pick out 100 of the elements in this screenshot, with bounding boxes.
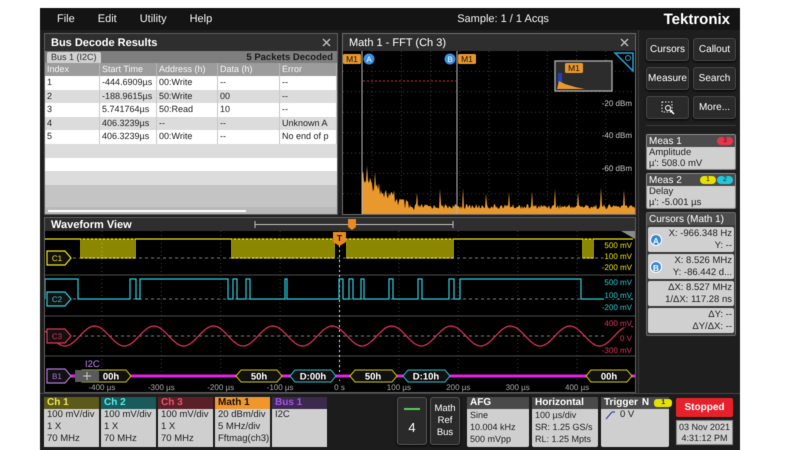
table-cell: -- — [218, 130, 280, 144]
table-cell: -- — [280, 103, 337, 117]
badge-header: Math 1 — [215, 397, 270, 409]
table-cell: 00:Write — [157, 76, 218, 90]
zoom-overview-bar[interactable] — [254, 220, 454, 228]
measurement-value: µ': 508.0 mV — [648, 158, 704, 169]
table-cell: 50:Write — [157, 90, 218, 104]
panel-button[interactable]: Measure — [646, 67, 689, 90]
badge-text: 70 MHz — [46, 433, 81, 445]
channel-badge[interactable]: Math 1 20 dBm/div 5 MHz/div Fftmag(ch3) — [215, 397, 270, 447]
menu-item[interactable]: Edit — [98, 13, 117, 25]
trace-tag: M1 — [458, 54, 476, 64]
table-cell: 00:Write — [157, 130, 218, 144]
time-label: 200 µs — [446, 383, 470, 392]
badge-header: AFG — [467, 397, 529, 409]
zoom-button[interactable] — [646, 96, 689, 119]
close-icon[interactable] — [322, 38, 331, 47]
panel-button[interactable]: Callout — [693, 38, 736, 61]
badge-text: 20 dBm/div — [217, 409, 267, 421]
cursor-marker[interactable]: A — [650, 234, 662, 246]
menu-item[interactable]: File — [57, 13, 75, 25]
trigger-marker[interactable]: T — [333, 232, 346, 246]
run-stop-button[interactable]: Stopped — [676, 398, 733, 417]
settings-badge[interactable]: Horizontal 100 µs/div SR: 1.25 GS/s RL: 1.25 Mpts — [532, 397, 598, 447]
table-cell: Unknown A — [280, 116, 337, 130]
trace-tag: M1 — [343, 54, 361, 64]
measurement-name: Delay — [648, 186, 674, 197]
panel-tab[interactable]: Bus 1 (I2C) — [47, 52, 101, 63]
zoom-icon — [660, 100, 674, 114]
time-label: -300 µs — [148, 383, 175, 392]
table-cell: 3 — [45, 103, 100, 117]
badge-text: 1 X — [160, 421, 176, 433]
panel-button[interactable]: More... — [693, 96, 736, 119]
channel-button[interactable]: 4 — [397, 397, 427, 445]
channel-badge[interactable]: Bus 1 I2C — [272, 397, 327, 447]
readout-text: Y: -86.442 d... — [672, 266, 732, 278]
card-title: Meas 1 — [649, 136, 683, 146]
channel-badge[interactable]: Ch 3 100 mV/div 1 X 70 MHz — [158, 397, 213, 447]
time-text: 4:31:12 PM — [681, 432, 728, 443]
channel-marker[interactable]: C1 — [46, 250, 72, 266]
table-cell: 1 — [45, 76, 100, 90]
table-cell: 00 — [218, 90, 280, 104]
table-cell: 406.3239µs — [100, 116, 157, 130]
time-label: -100 µs — [266, 383, 294, 392]
zoom-icon[interactable] — [613, 52, 634, 73]
badge-text: 5 MHz/div — [217, 421, 262, 433]
scale-label: 100 mV — [604, 291, 632, 300]
badge-text: 100 µs/div — [534, 409, 578, 421]
time-label: -400 µs — [88, 383, 116, 392]
badge-header: Ch 3 — [158, 397, 213, 409]
table-cell: 4 — [45, 116, 100, 130]
time-label: -200 µs — [207, 383, 234, 392]
bus-packet: D:10h — [402, 370, 451, 382]
channel-marker[interactable]: C2 — [46, 291, 72, 307]
channel-badge[interactable]: Ch 2 100 mV/div 1 X 70 MHz — [101, 397, 156, 447]
menu-item[interactable]: Help — [190, 13, 212, 25]
table-cell: -- — [280, 90, 337, 104]
card-title: Meas 2 — [649, 174, 683, 186]
horizontal-scrollbar[interactable] — [45, 207, 337, 214]
bus-packet: 50h — [349, 370, 398, 382]
table-cell: 5.741764µs — [100, 103, 157, 117]
brand-logo: Tektronix — [664, 10, 730, 28]
table-cell: -188.9615µs — [100, 90, 157, 104]
add-waveform-button[interactable]: Math Ref Bus — [430, 397, 460, 445]
panel-button[interactable]: Cursors — [646, 38, 689, 61]
panel-title: Math 1 - FFT (Ch 3) — [349, 36, 447, 48]
time-label: 400 µs — [565, 383, 590, 392]
drag-handle[interactable] — [75, 370, 99, 382]
panel-title: Waveform View — [51, 218, 132, 230]
date-text: 03 Nov 2021 — [678, 422, 730, 432]
scale-label: 0 V — [620, 334, 632, 343]
badge-text: RL: 1.25 Mpts — [534, 433, 592, 445]
badge-text: 10.004 kHz — [469, 421, 517, 433]
trigger-level: 0 V — [620, 409, 634, 421]
measurement-value: µ': -5.001 µs — [648, 197, 702, 208]
channel-marker[interactable]: C3 — [46, 328, 72, 344]
table-cell: 10 — [218, 103, 280, 117]
badge-text: 70 MHz — [103, 433, 138, 445]
table-cell: -- — [280, 76, 337, 90]
bus-marker[interactable]: B1 — [46, 368, 72, 384]
scale-label: 500 mV — [604, 278, 632, 287]
overview-window[interactable] — [554, 60, 613, 92]
table-cell: 50:Read — [157, 103, 218, 117]
cursor-card[interactable]: Cursors (Math 1) A X: -966.348 Hz Y: -- B X: 8.526 MHz Y: -86.442 d... ΔX: 8.527 MHz 1/ΔX: 117.28 ns ΔY: -- ΔY/ΔX: -- — [646, 212, 736, 336]
channel-badge[interactable]: Ch 1 100 mV/div 1 X 70 MHz — [44, 397, 99, 447]
badge-text: 100 mV/div — [103, 409, 153, 421]
menu-item[interactable]: Utility — [140, 13, 167, 25]
cursor-marker[interactable]: B — [650, 260, 662, 272]
badge-header: Horizontal — [532, 397, 598, 409]
panel-button[interactable]: Search — [693, 67, 736, 90]
badge-text: I2C — [274, 409, 291, 421]
badge-title: Trigger — [604, 397, 638, 409]
settings-badge[interactable]: AFG Sine 10.004 kHz 500 mVpp — [467, 397, 529, 447]
close-icon[interactable] — [620, 38, 629, 47]
scale-label: 400 mV — [604, 319, 632, 328]
table-cell: 5 — [45, 130, 100, 144]
scale-label: 500 mV — [604, 241, 632, 250]
rising-edge-icon — [605, 410, 615, 420]
bus-packet: 50h — [235, 370, 283, 382]
axis-label: -20 dBm — [602, 99, 632, 108]
